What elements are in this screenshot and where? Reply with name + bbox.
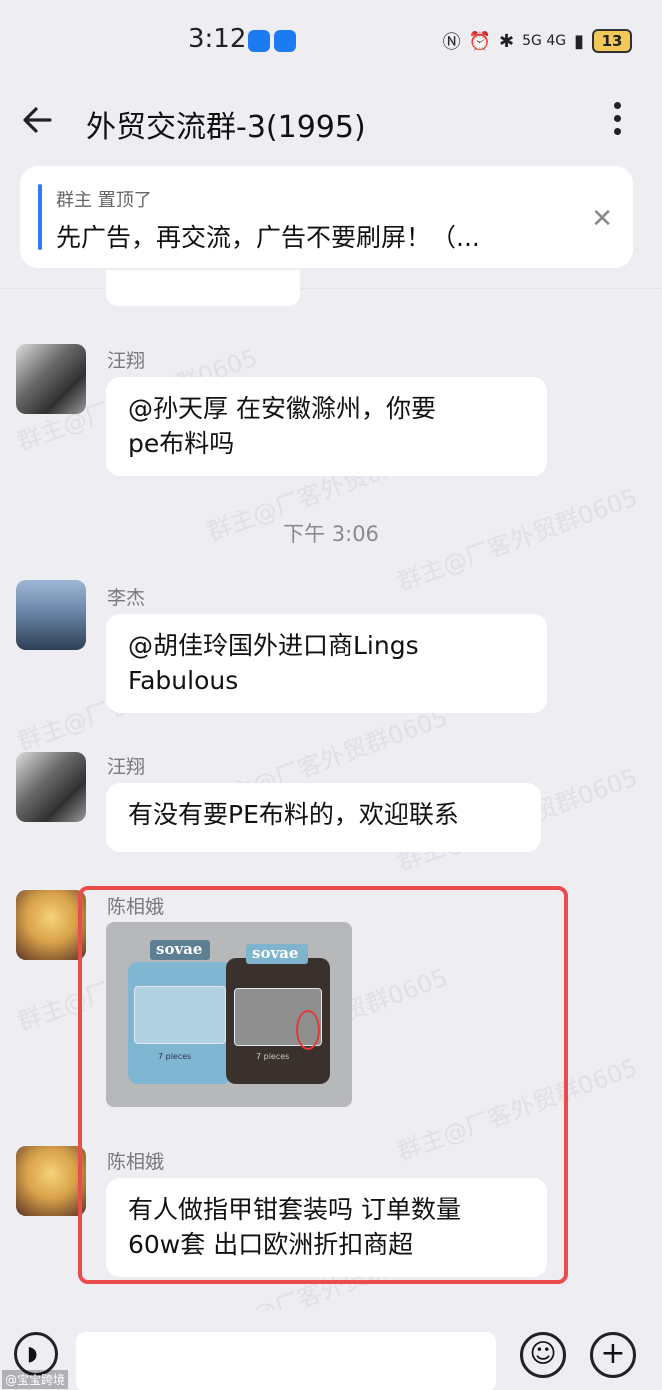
plus-icon[interactable]: +: [590, 1332, 636, 1378]
status-indicators: Ⓝ ⏰ ✱ 5G 4G ▮ 13: [443, 28, 632, 54]
chat-header: 外贸交流群-3(1995): [0, 80, 662, 166]
pinned-text: 先广告，再交流，广告不要刷屏！（...: [56, 223, 480, 252]
close-icon[interactable]: ✕: [591, 204, 613, 234]
nfc-icon: Ⓝ: [442, 32, 461, 53]
sender-name: 汪翔: [107, 756, 146, 778]
cloud-notification-icon: [274, 30, 296, 52]
sender-name: 汪翔: [107, 350, 146, 372]
message-input[interactable]: [76, 1332, 496, 1390]
more-options-icon[interactable]: [612, 102, 622, 142]
source-watermark: @宝宝跨境: [2, 1370, 69, 1389]
previous-message-bubble[interactable]: [106, 270, 300, 306]
avatar[interactable]: [16, 752, 86, 822]
pinned-meta: 群主 置顶了: [56, 190, 152, 211]
message-bubble[interactable]: @孙天厚 在安徽滁州，你要 pe布料吗: [106, 377, 547, 476]
time-separator: 下午 3:06: [283, 522, 379, 546]
avatar[interactable]: [16, 580, 86, 650]
status-bar: 3:12 Ⓝ ⏰ ✱ 5G 4G ▮ 13: [0, 0, 662, 80]
avatar[interactable]: [16, 344, 86, 414]
message-bubble[interactable]: @胡佳玲国外进口商Lings Fabulous: [106, 614, 547, 713]
divider: [0, 288, 662, 289]
message-bubble[interactable]: 有没有要PE布料的，欢迎联系: [106, 783, 541, 852]
status-time: 3:12: [188, 24, 247, 54]
battery-icon: 13: [592, 29, 632, 53]
chat-title: 外贸交流群-3(1995): [86, 110, 366, 145]
battery-level: 13: [601, 32, 623, 50]
back-arrow-icon[interactable]: [18, 100, 58, 140]
highlight-frame: [78, 886, 568, 1284]
sender-name: 李杰: [107, 587, 146, 609]
avatar[interactable]: [16, 890, 86, 960]
app-notification-icon: [248, 30, 270, 52]
pinned-message[interactable]: 群主 置顶了 先广告，再交流，广告不要刷屏！（... ✕: [20, 166, 633, 268]
bluetooth-icon: ✱: [499, 30, 515, 52]
signal-icon: ▮: [574, 30, 584, 52]
input-bar: ◗ ☺ +: [0, 1310, 662, 1390]
emoji-icon[interactable]: ☺: [520, 1332, 566, 1378]
avatar[interactable]: [16, 1146, 86, 1216]
alarm-icon: ⏰: [468, 30, 492, 52]
pinned-accent-bar: [38, 184, 42, 250]
signal-text: 5G 4G: [522, 33, 567, 49]
